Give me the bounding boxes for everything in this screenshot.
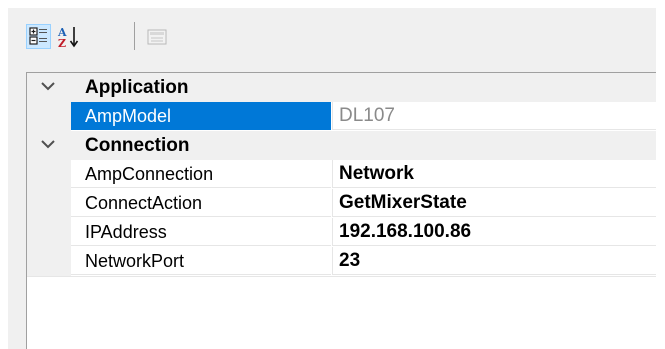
grid-end-line (27, 276, 656, 277)
property-row-ipaddress[interactable]: IPAddress 192.168.100.86 (27, 218, 656, 247)
property-value[interactable]: GetMixerState (332, 189, 656, 217)
property-name[interactable]: ConnectAction (71, 189, 331, 217)
property-value[interactable]: 23 (332, 247, 656, 275)
property-value[interactable]: DL107 (332, 102, 656, 130)
property-row-ampconnection[interactable]: AmpConnection Network (27, 160, 656, 189)
row-margin (27, 189, 71, 218)
alphabetical-button[interactable]: A Z (56, 24, 81, 49)
property-name[interactable]: AmpModel (71, 102, 331, 130)
category-row-connection[interactable]: Connection (27, 131, 656, 160)
chevron-down-icon[interactable] (40, 81, 56, 93)
chevron-down-icon[interactable] (40, 139, 56, 151)
category-label: Connection (85, 135, 190, 156)
property-name[interactable]: NetworkPort (71, 247, 331, 275)
row-margin (27, 247, 71, 276)
toolbar-separator (134, 22, 135, 50)
property-value[interactable]: Network (332, 160, 656, 188)
property-name[interactable]: AmpConnection (71, 160, 331, 188)
categorized-icon (29, 27, 47, 45)
categorized-button[interactable] (26, 24, 51, 49)
property-row-connectaction[interactable]: ConnectAction GetMixerState (27, 189, 656, 218)
property-name[interactable]: IPAddress (71, 218, 331, 246)
category-label: Application (85, 77, 189, 98)
row-margin (27, 160, 71, 189)
sort-glyph-z: Z (58, 37, 66, 49)
property-row-ampmodel[interactable]: AmpModel DL107 (27, 102, 656, 131)
property-grid-toolbar: A Z (8, 8, 656, 66)
property-grid: A Z Application AmpModel DL107 Connectio… (8, 8, 656, 349)
property-list: Application AmpModel DL107 Connection Am… (26, 72, 656, 349)
property-value[interactable]: 192.168.100.86 (332, 218, 656, 246)
row-margin (27, 102, 71, 131)
property-row-networkport[interactable]: NetworkPort 23 (27, 247, 656, 276)
alphabetical-sort-icon: A Z (57, 26, 78, 49)
property-pages-button[interactable] (144, 24, 169, 49)
category-row-application[interactable]: Application (27, 73, 656, 102)
property-pages-icon (147, 29, 166, 44)
row-margin (27, 218, 71, 247)
